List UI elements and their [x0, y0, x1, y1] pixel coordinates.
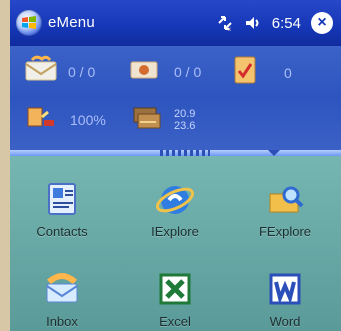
memory-stat[interactable]: 20.9 23.6	[128, 100, 195, 139]
app-label: Excel	[159, 314, 191, 329]
app-inbox[interactable]: Inbox	[12, 268, 112, 329]
status-row-2: 100% 20.9 23.6	[10, 100, 341, 144]
app-excel[interactable]: Excel	[125, 268, 225, 329]
messages-stat[interactable]: 0 / 0	[24, 54, 95, 89]
tasks-icon	[230, 54, 260, 91]
sms-stat[interactable]: 0 / 0	[128, 54, 201, 89]
app-contacts[interactable]: Contacts	[12, 178, 112, 239]
sms-icon	[128, 54, 162, 89]
clock-time[interactable]: 6:54	[272, 15, 301, 32]
app-fexplore[interactable]: FExplore	[235, 178, 335, 239]
app-label: IExplore	[151, 224, 199, 239]
memory-line-1: 20.9	[174, 107, 196, 120]
power-icon	[24, 100, 60, 139]
envelope-icon	[24, 54, 60, 89]
internet-explorer-icon	[154, 178, 196, 220]
app-word[interactable]: Word	[235, 268, 335, 329]
app-label: Contacts	[36, 224, 88, 239]
app-launcher-grid: Contacts IExplore FExplore Inbox Excel W…	[10, 156, 341, 331]
app-label: Inbox	[46, 314, 78, 329]
status-panel: 0 / 0 0 / 0 0 100% 20.9 23.6	[10, 46, 341, 150]
title-bar-status: x 6:54 ×	[216, 12, 333, 34]
connectivity-icon[interactable]: x	[216, 14, 234, 33]
memory-values: 20.9 23.6	[174, 108, 195, 132]
title-bar: eMenu x 6:54 ×	[10, 0, 341, 46]
word-icon	[264, 268, 306, 310]
close-button[interactable]: ×	[311, 12, 333, 34]
app-iexplore[interactable]: IExplore	[125, 178, 225, 239]
battery-level: 100%	[70, 111, 106, 128]
svg-text:x: x	[228, 27, 231, 32]
app-label: FExplore	[258, 224, 312, 239]
memory-line-2: 23.6	[174, 119, 196, 132]
window-title: eMenu	[48, 14, 95, 31]
start-menu-button[interactable]	[16, 10, 42, 36]
tasks-count: 0	[284, 64, 292, 81]
contacts-icon	[41, 178, 83, 220]
volume-icon[interactable]	[244, 14, 262, 32]
status-row-1: 0 / 0 0 / 0 0	[10, 52, 341, 96]
tasks-stat[interactable]: 0	[230, 54, 292, 91]
inbox-icon	[41, 268, 83, 310]
battery-stat[interactable]: 100%	[24, 100, 106, 139]
app-label: Word	[269, 314, 301, 329]
messages-count: 0 / 0	[68, 63, 96, 80]
close-icon: ×	[317, 14, 327, 31]
memory-icon	[128, 100, 164, 139]
file-explorer-icon	[264, 178, 306, 220]
device-screen: eMenu x 6:54 × 0 / 0 0 / 0 0 100% 20.9 2…	[10, 0, 341, 331]
excel-icon	[154, 268, 196, 310]
sms-count: 0 / 0	[174, 63, 202, 80]
